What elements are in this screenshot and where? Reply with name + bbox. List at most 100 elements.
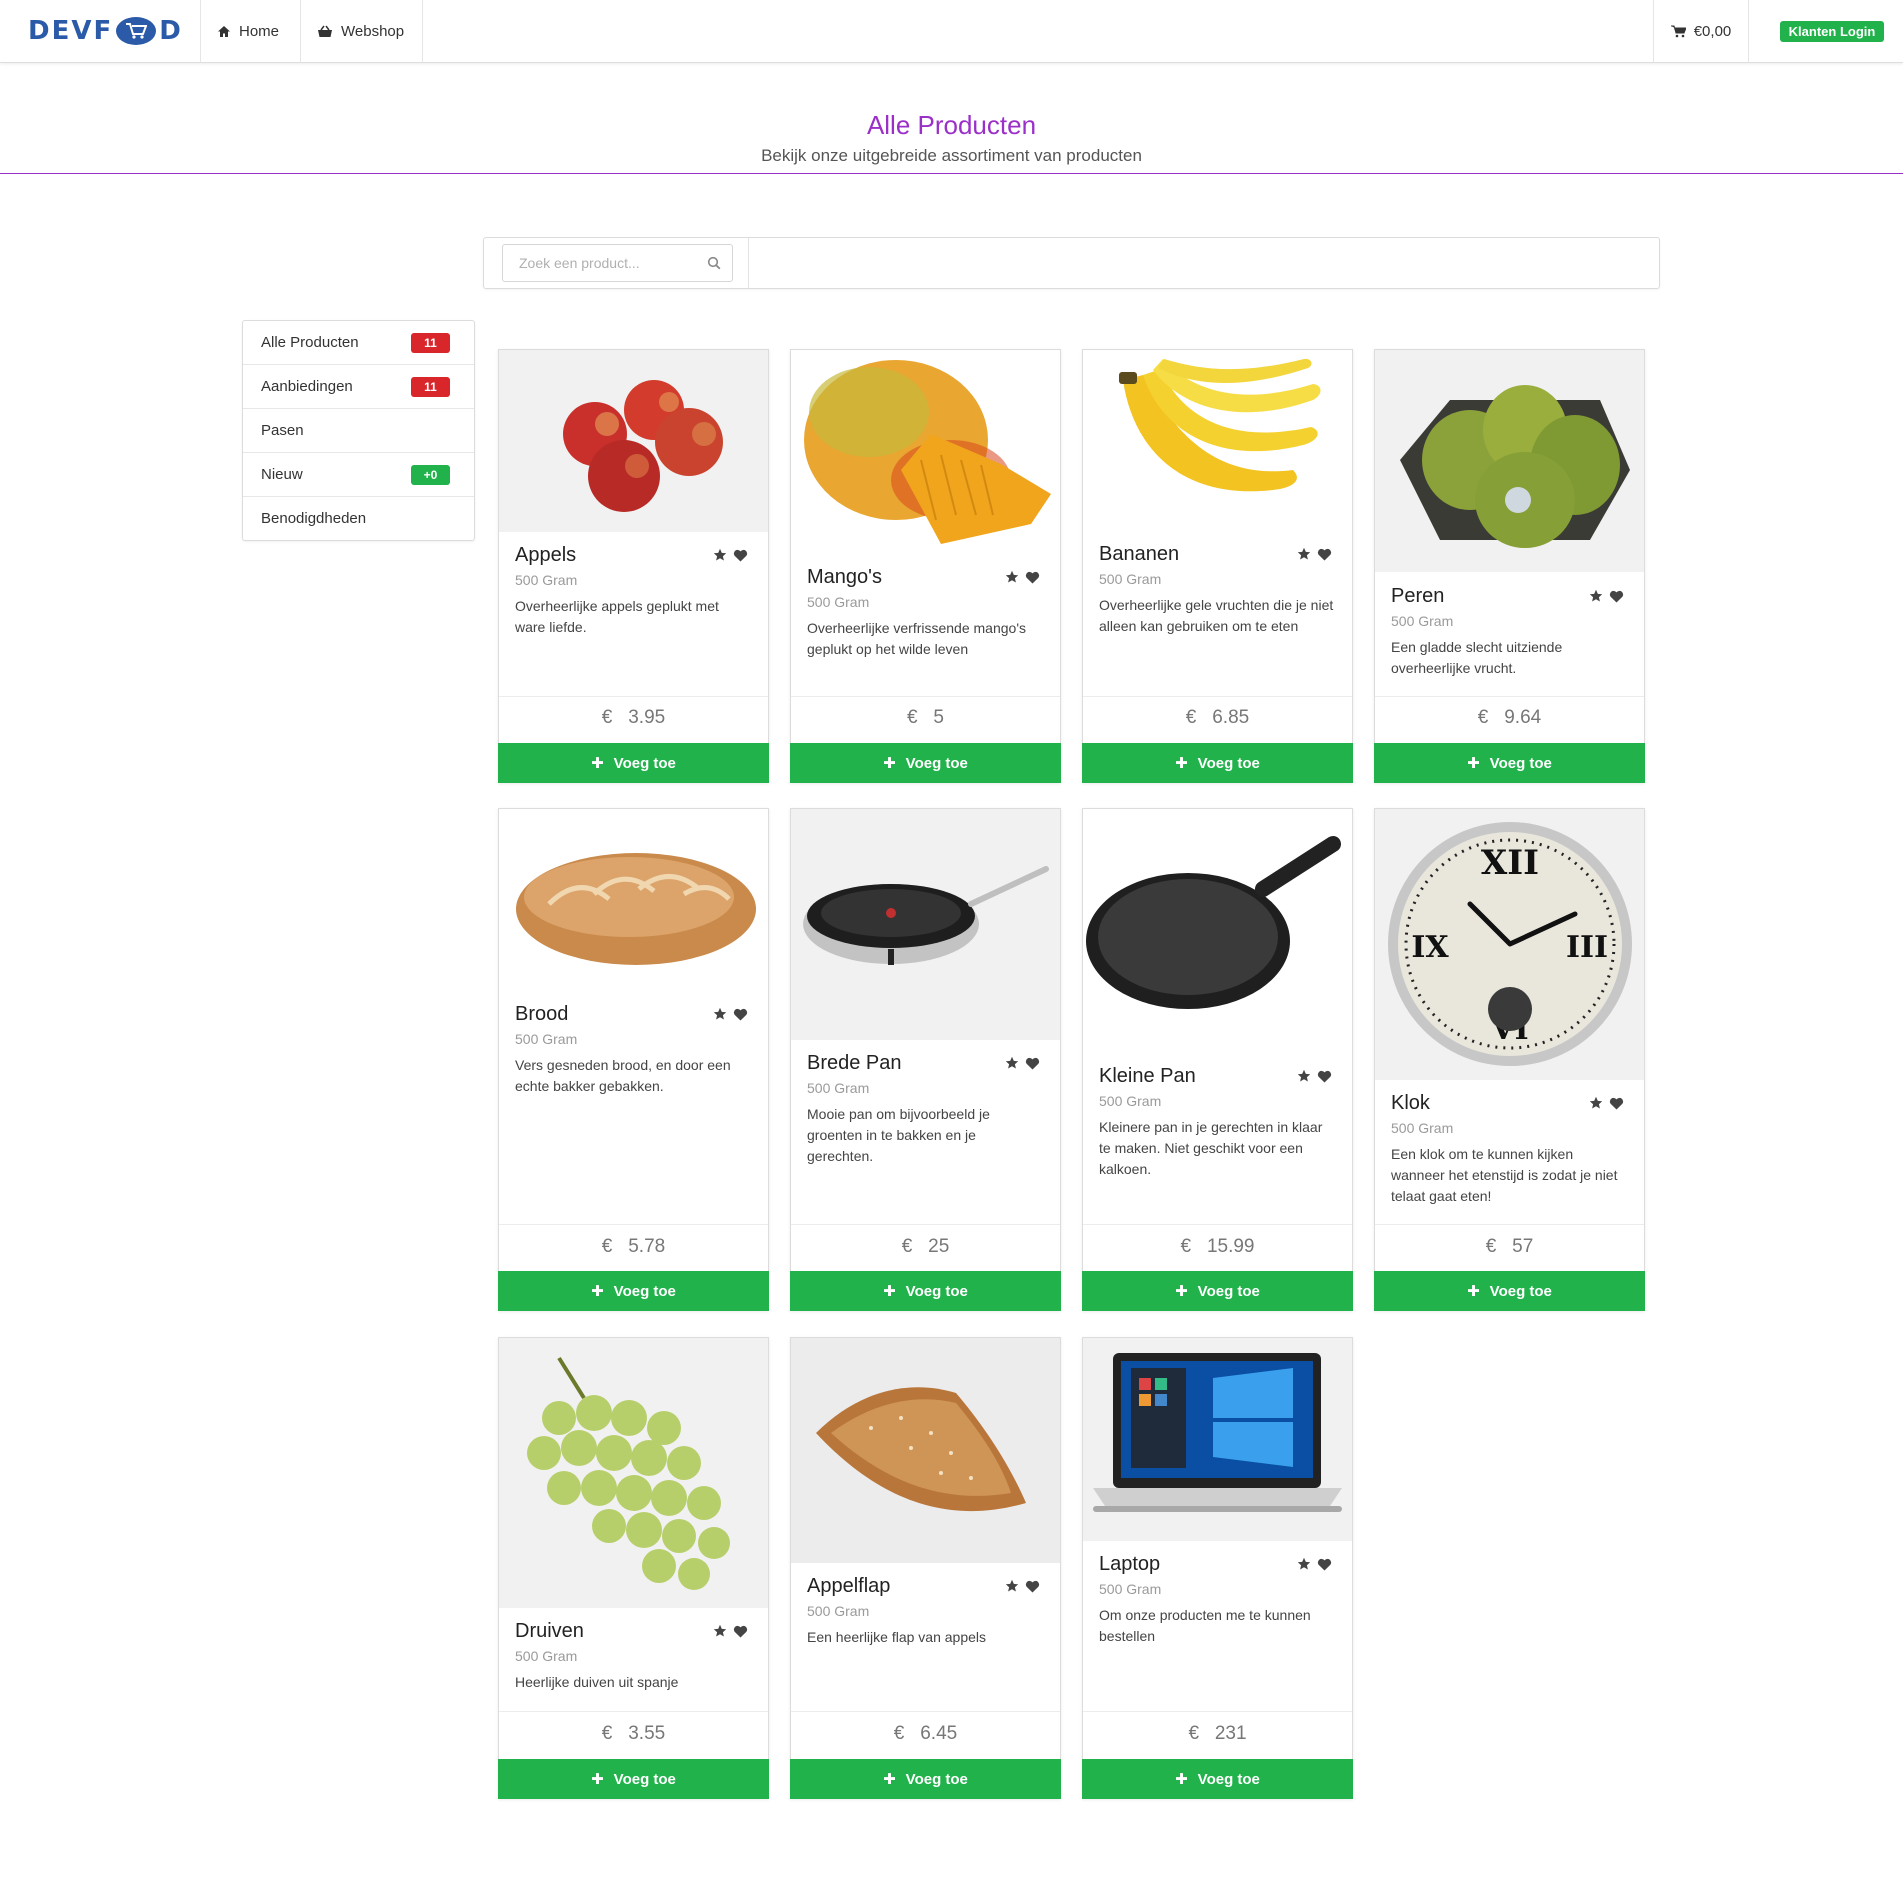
plus-icon: ✚ bbox=[591, 755, 604, 772]
product-name[interactable]: Mango's bbox=[807, 566, 882, 589]
customer-login-button[interactable]: Klanten Login bbox=[1780, 21, 1884, 42]
price-divider bbox=[791, 696, 1060, 697]
star-icon[interactable] bbox=[713, 1624, 727, 1638]
product-image[interactable] bbox=[791, 350, 1060, 554]
product-name[interactable]: Kleine Pan bbox=[1099, 1065, 1196, 1088]
product-price: € 6.85 bbox=[1083, 707, 1352, 729]
product-name[interactable]: Druiven bbox=[515, 1620, 584, 1643]
product-description: Vers gesneden brood, en door een echte b… bbox=[515, 1057, 731, 1094]
count-badge: 11 bbox=[411, 376, 450, 397]
add-to-cart-button[interactable]: ✚ Voeg toe bbox=[790, 743, 1061, 783]
product-image[interactable] bbox=[1083, 350, 1352, 530]
plus-icon: ✚ bbox=[883, 755, 896, 772]
shopping-basket-icon bbox=[318, 25, 332, 37]
currency-symbol: € bbox=[901, 1236, 913, 1257]
search-input[interactable] bbox=[503, 245, 703, 281]
product-actions bbox=[713, 1007, 748, 1021]
star-icon[interactable] bbox=[713, 548, 727, 562]
product-image[interactable] bbox=[499, 809, 768, 991]
star-icon[interactable] bbox=[1005, 570, 1019, 584]
nav-cart[interactable]: €0,00 bbox=[1653, 0, 1749, 62]
add-button-label: Voeg toe bbox=[613, 1770, 676, 1788]
heart-icon[interactable] bbox=[733, 1625, 748, 1638]
sidebar-item-benodigdheden[interactable]: Benodigdheden bbox=[243, 497, 474, 540]
product-image[interactable] bbox=[499, 350, 768, 532]
sidebar-item-pasen[interactable]: Pasen bbox=[243, 409, 474, 453]
heart-icon[interactable] bbox=[1317, 1558, 1332, 1571]
price-divider bbox=[1375, 1224, 1644, 1225]
add-button-label: Voeg toe bbox=[613, 1282, 676, 1300]
sidebar-item-aanbiedingen[interactable]: Aanbiedingen 11 bbox=[243, 365, 474, 409]
star-icon[interactable] bbox=[1589, 589, 1603, 603]
heart-icon[interactable] bbox=[1317, 1070, 1332, 1083]
heart-icon[interactable] bbox=[1025, 1057, 1040, 1070]
price-value: 15.99 bbox=[1206, 1236, 1255, 1257]
product-price: € 3.55 bbox=[499, 1723, 768, 1745]
star-icon[interactable] bbox=[1297, 1557, 1311, 1571]
currency-symbol: € bbox=[1180, 1236, 1192, 1257]
logo[interactable]: DEVF D bbox=[28, 14, 183, 48]
svg-text:XII: XII bbox=[1481, 843, 1539, 883]
add-to-cart-button[interactable]: ✚ Voeg toe bbox=[1082, 743, 1353, 783]
heart-icon[interactable] bbox=[733, 549, 748, 562]
product-image[interactable]: XII VI III IX bbox=[1375, 809, 1644, 1080]
svg-text:III: III bbox=[1566, 930, 1608, 965]
product-image[interactable] bbox=[791, 1338, 1060, 1563]
product-name[interactable]: Laptop bbox=[1099, 1553, 1160, 1576]
search-icon[interactable] bbox=[707, 256, 721, 270]
add-to-cart-button[interactable]: ✚ Voeg toe bbox=[498, 1271, 769, 1311]
add-to-cart-button[interactable]: ✚ Voeg toe bbox=[1082, 1271, 1353, 1311]
page-subtitle: Bekijk onze uitgebreide assortiment van … bbox=[761, 146, 1142, 165]
plus-icon: ✚ bbox=[1467, 1283, 1480, 1300]
product-actions bbox=[1589, 589, 1624, 603]
nav-home[interactable]: Home bbox=[200, 0, 300, 62]
heart-icon[interactable] bbox=[1025, 1580, 1040, 1593]
product-name[interactable]: Peren bbox=[1391, 585, 1444, 608]
add-to-cart-button[interactable]: ✚ Voeg toe bbox=[498, 1759, 769, 1799]
nav-webshop[interactable]: Webshop bbox=[300, 0, 423, 62]
product-description: Om onze producten me te kunnen bestellen bbox=[1099, 1607, 1311, 1644]
add-to-cart-button[interactable]: ✚ Voeg toe bbox=[790, 1271, 1061, 1311]
nav-webshop-label: Webshop bbox=[341, 22, 405, 40]
product-name[interactable]: Appels bbox=[515, 544, 576, 567]
product-price: € 3.95 bbox=[499, 707, 768, 729]
product-image[interactable] bbox=[499, 1338, 768, 1608]
add-to-cart-button[interactable]: ✚ Voeg toe bbox=[1082, 1759, 1353, 1799]
product-name[interactable]: Bananen bbox=[1099, 543, 1179, 566]
star-icon[interactable] bbox=[1297, 547, 1311, 561]
star-icon[interactable] bbox=[1005, 1056, 1019, 1070]
star-icon[interactable] bbox=[1297, 1069, 1311, 1083]
sidebar-item-nieuw[interactable]: Nieuw +0 bbox=[243, 453, 474, 497]
product-image[interactable] bbox=[1083, 809, 1352, 1053]
product-card: Appels 500 Gram Overheerlijke appels gep… bbox=[498, 349, 769, 783]
star-icon[interactable] bbox=[1005, 1579, 1019, 1593]
product-unit: 500 Gram bbox=[515, 572, 578, 588]
product-unit: 500 Gram bbox=[1099, 1581, 1162, 1597]
product-actions bbox=[713, 1624, 748, 1638]
add-to-cart-button[interactable]: ✚ Voeg toe bbox=[498, 743, 769, 783]
heart-icon[interactable] bbox=[1609, 1097, 1624, 1110]
add-button-label: Voeg toe bbox=[905, 1770, 968, 1788]
product-unit: 500 Gram bbox=[1099, 1093, 1162, 1109]
product-image[interactable] bbox=[1375, 350, 1644, 572]
add-to-cart-button[interactable]: ✚ Voeg toe bbox=[1374, 1271, 1645, 1311]
star-icon[interactable] bbox=[1589, 1096, 1603, 1110]
heart-icon[interactable] bbox=[1025, 571, 1040, 584]
product-image[interactable] bbox=[791, 809, 1060, 1040]
product-name[interactable]: Appelflap bbox=[807, 1575, 890, 1598]
title-divider bbox=[0, 173, 1903, 174]
navbar: DEVF D Home Webshop €0,00 Klanten Login bbox=[0, 0, 1903, 63]
price-divider bbox=[1083, 1224, 1352, 1225]
heart-icon[interactable] bbox=[1317, 548, 1332, 561]
star-icon[interactable] bbox=[713, 1007, 727, 1021]
add-to-cart-button[interactable]: ✚ Voeg toe bbox=[1374, 743, 1645, 783]
heart-icon[interactable] bbox=[1609, 590, 1624, 603]
product-name[interactable]: Brede Pan bbox=[807, 1052, 902, 1075]
product-image[interactable] bbox=[1083, 1338, 1352, 1541]
sidebar-item-alle-producten[interactable]: Alle Producten 11 bbox=[243, 321, 474, 365]
product-price: € 5 bbox=[791, 707, 1060, 729]
product-name[interactable]: Klok bbox=[1391, 1092, 1430, 1115]
heart-icon[interactable] bbox=[733, 1008, 748, 1021]
add-to-cart-button[interactable]: ✚ Voeg toe bbox=[790, 1759, 1061, 1799]
product-name[interactable]: Brood bbox=[515, 1003, 568, 1026]
